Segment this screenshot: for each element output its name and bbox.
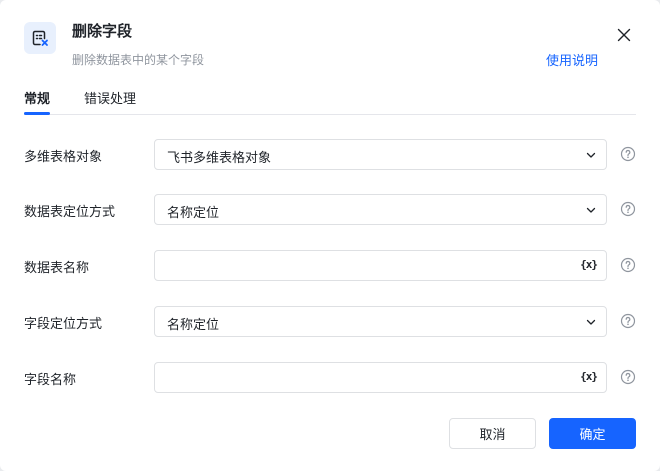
field-name-label: 字段名称 xyxy=(24,373,77,388)
help-circle-icon[interactable] xyxy=(620,146,636,162)
help-circle-icon[interactable] xyxy=(620,201,636,217)
dialog-title: 删除字段 xyxy=(72,22,133,40)
help-circle-icon[interactable] xyxy=(620,369,636,385)
form-row-table-name: 数据表名称 {x} xyxy=(24,250,640,281)
field-name-input[interactable]: {x} xyxy=(154,362,607,393)
table-name-input[interactable]: {x} xyxy=(154,250,607,281)
delete-field-dialog: 删除字段 删除数据表中的某个字段 使用说明 常规 错误处理 多维表格对象 飞书多… xyxy=(0,0,660,471)
table-name-label: 数据表名称 xyxy=(24,261,90,276)
form-row-field-locate-method: 字段定位方式 名称定位 xyxy=(24,306,640,337)
chevron-down-icon xyxy=(586,319,596,325)
form-row-field-name: 字段名称 {x} xyxy=(24,362,640,393)
field-locate-method-label: 字段定位方式 xyxy=(24,317,103,332)
help-link[interactable]: 使用说明 xyxy=(546,50,598,69)
tab-general[interactable]: 常规 xyxy=(24,88,51,115)
close-icon[interactable] xyxy=(616,27,632,43)
bitable-object-value: 飞书多维表格对象 xyxy=(167,151,272,166)
field-locate-method-value: 名称定位 xyxy=(167,318,220,333)
tab-error-handling[interactable]: 错误处理 xyxy=(84,88,136,114)
field-locate-method-select[interactable]: 名称定位 xyxy=(154,306,607,337)
insert-variable-button[interactable]: {x} xyxy=(580,258,598,271)
delete-field-icon xyxy=(24,22,56,54)
chevron-down-icon xyxy=(586,152,596,158)
dialog-subtitle: 删除数据表中的某个字段 xyxy=(72,53,205,67)
bitable-object-label: 多维表格对象 xyxy=(24,150,103,165)
form-row-bitable-object: 多维表格对象 飞书多维表格对象 xyxy=(24,139,640,170)
form-row-table-locate-method: 数据表定位方式 名称定位 xyxy=(24,194,640,225)
cancel-button[interactable]: 取消 xyxy=(449,418,536,449)
insert-variable-button[interactable]: {x} xyxy=(580,370,598,383)
table-locate-method-label: 数据表定位方式 xyxy=(24,205,116,220)
chevron-down-icon xyxy=(586,207,596,213)
table-locate-method-value: 名称定位 xyxy=(167,206,220,221)
confirm-button[interactable]: 确定 xyxy=(549,418,636,449)
bitable-object-select[interactable]: 飞书多维表格对象 xyxy=(154,139,607,170)
help-circle-icon[interactable] xyxy=(620,257,636,273)
help-circle-icon[interactable] xyxy=(620,313,636,329)
table-locate-method-select[interactable]: 名称定位 xyxy=(154,194,607,225)
tab-bar: 常规 错误处理 xyxy=(24,88,636,115)
